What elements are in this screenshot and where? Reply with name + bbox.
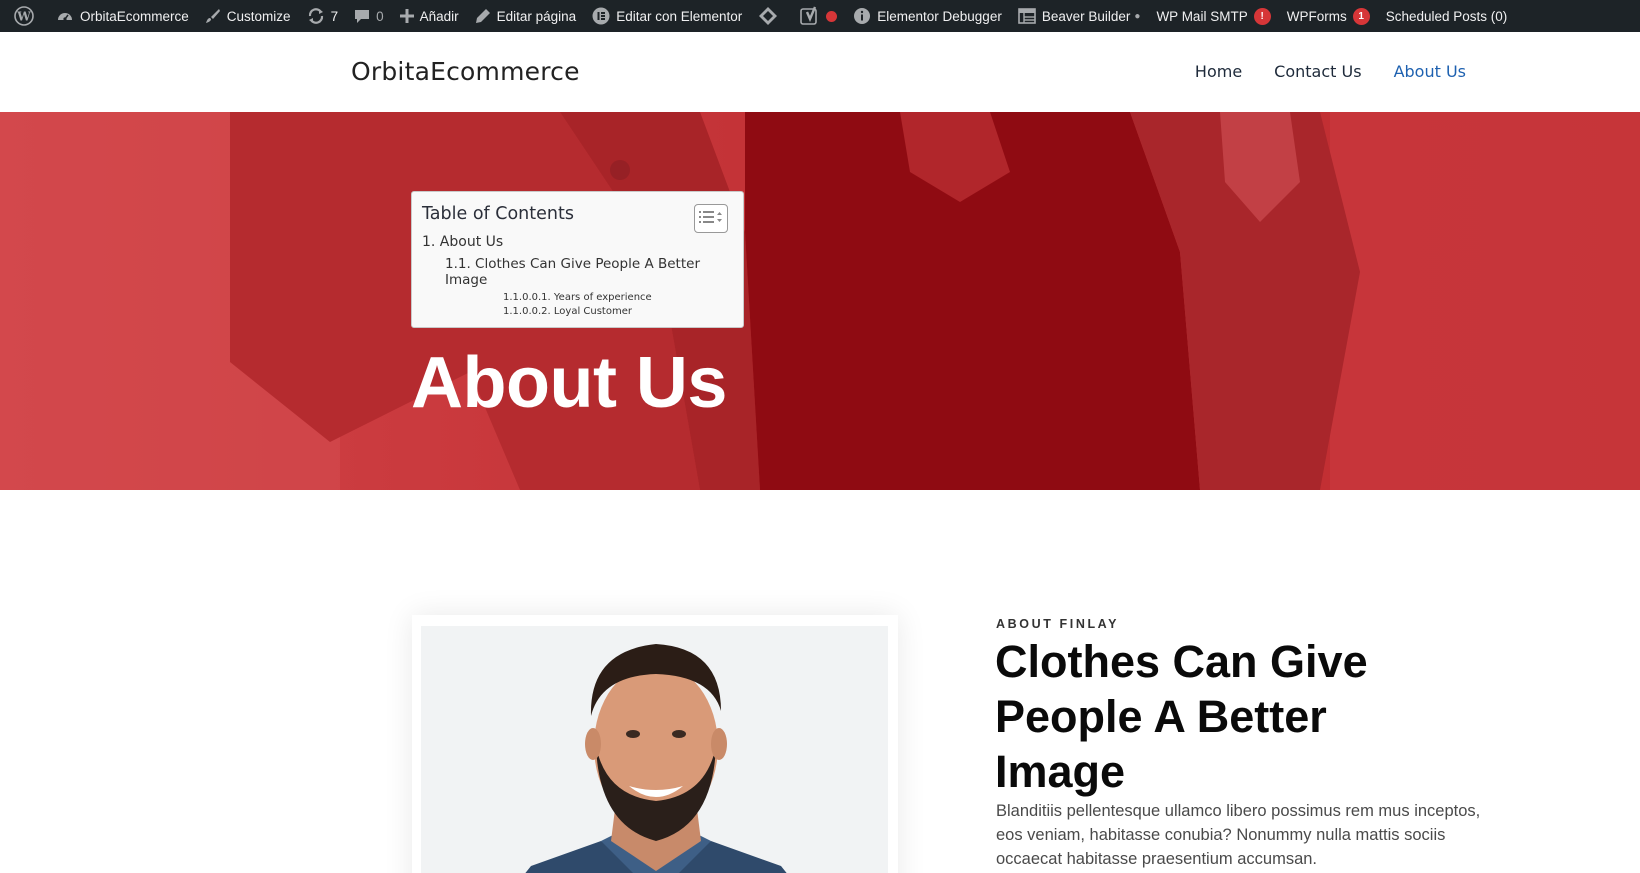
about-eyebrow: ABOUT FINLAY — [996, 617, 1120, 631]
comments-count: 0 — [376, 8, 384, 24]
about-paragraph: Blanditiis pellentesque ullamco libero p… — [996, 802, 1481, 868]
toc-toggle-button[interactable] — [694, 204, 728, 233]
comments-link[interactable]: 0 — [346, 0, 392, 32]
add-new-label: Añadir — [419, 8, 459, 24]
edit-elementor-link[interactable]: Editar con Elementor — [584, 0, 750, 32]
wpforms-count-badge: 1 — [1352, 7, 1370, 25]
hero-banner: Table of Contents 1. About Us 1.1. Cloth… — [0, 112, 1640, 490]
list-toggle-icon — [699, 209, 723, 228]
toc-item-clothes[interactable]: 1.1. Clothes Can Give People A Better Im… — [422, 256, 733, 288]
nav-contact-us[interactable]: Contact Us — [1274, 62, 1361, 81]
about-photo-card — [412, 615, 898, 873]
seo-status-dot — [826, 10, 838, 22]
paintbrush-icon — [205, 8, 221, 24]
admin-bar: W OrbitaEcommerce Customize 7 0 Añadir E… — [0, 0, 1640, 32]
pencil-icon — [475, 8, 491, 24]
updates-count: 7 — [330, 8, 339, 24]
edit-page-link[interactable]: Editar página — [467, 0, 585, 32]
wp-mail-smtp-link[interactable]: WP Mail SMTP ! — [1148, 0, 1278, 32]
scheduled-posts-label: Scheduled Posts (0) — [1385, 8, 1508, 24]
updates-link[interactable]: 7 — [299, 0, 347, 32]
add-new-menu[interactable]: Añadir — [392, 0, 467, 32]
portrait-photo — [421, 626, 888, 873]
wpforms-link[interactable]: WPForms 1 — [1279, 0, 1378, 32]
beaver-builder-link[interactable]: Beaver Builder ● — [1010, 0, 1149, 32]
wordpress-logo-button[interactable]: W — [6, 0, 48, 32]
diamond-icon — [758, 6, 778, 26]
customize-label: Customize — [226, 8, 291, 24]
dashboard-icon — [56, 7, 74, 25]
wp-mail-smtp-label: WP Mail SMTP — [1156, 8, 1248, 24]
hero-background-image — [0, 112, 1640, 490]
layout-table-icon — [1018, 7, 1036, 25]
site-title[interactable]: OrbitaEcommerce — [351, 57, 580, 86]
wordpress-icon: W — [14, 6, 34, 26]
toc-item-years-experience[interactable]: 1.1.0.0.1. Years of experience — [422, 292, 733, 303]
elementor-debugger-label: Elementor Debugger — [877, 8, 1002, 24]
nav-about-us[interactable]: About Us — [1394, 62, 1466, 81]
svg-text:W: W — [16, 10, 31, 24]
site-header: OrbitaEcommerce Home Contact Us About Us — [0, 32, 1640, 112]
site-name-label: OrbitaEcommerce — [80, 8, 189, 24]
comment-icon — [354, 8, 370, 24]
hero-title: About Us — [411, 343, 727, 423]
beaver-builder-label: Beaver Builder — [1041, 8, 1131, 24]
toc-item-loyal-customer[interactable]: 1.1.0.0.2. Loyal Customer — [422, 306, 733, 317]
toc-item-about-us[interactable]: 1. About Us — [422, 234, 733, 250]
elementor-debugger-link[interactable]: Elementor Debugger — [845, 0, 1010, 32]
diamond-plugin-button[interactable] — [750, 0, 792, 32]
customize-link[interactable]: Customize — [197, 0, 299, 32]
yoast-icon — [800, 6, 820, 26]
refresh-icon — [307, 7, 325, 25]
info-icon — [853, 7, 871, 25]
scheduled-posts-link[interactable]: Scheduled Posts (0) — [1378, 0, 1516, 32]
about-heading: Clothes Can Give People A Better Image — [995, 636, 1368, 797]
site-name-menu[interactable]: OrbitaEcommerce — [48, 0, 197, 32]
nav-home[interactable]: Home — [1195, 62, 1242, 81]
toc-title: Table of Contents — [422, 204, 574, 224]
table-of-contents: Table of Contents 1. About Us 1.1. Cloth… — [411, 191, 744, 328]
plus-icon — [399, 9, 414, 23]
yoast-seo-button[interactable] — [792, 0, 845, 32]
edit-page-label: Editar página — [496, 8, 577, 24]
wpforms-label: WPForms — [1286, 8, 1347, 24]
edit-elementor-label: Editar con Elementor — [616, 8, 743, 24]
wp-mail-smtp-alert-badge: ! — [1253, 7, 1271, 25]
main-navigation: Home Contact Us About Us — [1195, 62, 1466, 81]
elementor-icon — [592, 7, 610, 25]
beaver-builder-dot-icon: ● — [1134, 10, 1141, 22]
